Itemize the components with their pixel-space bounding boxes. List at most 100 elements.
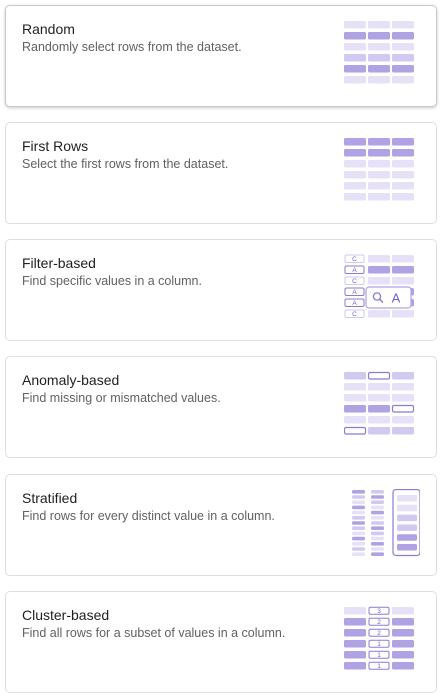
illustration-cell	[392, 43, 414, 51]
illustration-cell	[371, 500, 384, 504]
filter-value-text: A	[352, 300, 357, 307]
illustration-cell	[368, 193, 390, 201]
random-rows-icon	[344, 21, 414, 84]
illustration-cell	[368, 405, 390, 413]
illustration-cell	[392, 640, 414, 648]
illustration-cell	[352, 526, 365, 530]
sampling-option-stratified[interactable]: Stratified Find rows for every distinct …	[5, 474, 437, 576]
illustration-cell	[368, 76, 390, 84]
illustration-cell	[397, 534, 417, 541]
option-description: Find missing or mismatched values.	[22, 391, 221, 405]
illustration-cell	[344, 640, 366, 648]
first-rows-icon	[344, 138, 414, 201]
illustration-cell	[368, 54, 390, 62]
illustration-cell	[352, 536, 365, 541]
filter-value-text: C	[352, 256, 357, 263]
illustration-cell	[392, 255, 414, 263]
illustration-cell	[352, 510, 365, 515]
illustration-cell	[344, 138, 366, 146]
option-title: First Rows	[22, 138, 89, 154]
filter-value-text: C	[352, 278, 357, 285]
illustration-cell	[352, 531, 365, 536]
option-description: Select the first rows from the dataset.	[22, 157, 229, 171]
illustration-cell	[368, 43, 390, 51]
sampling-option-first-rows[interactable]: First Rows Select the first rows from th…	[5, 122, 437, 224]
illustration-cell	[392, 662, 414, 670]
illustration-cell	[371, 510, 384, 515]
illustration-cell	[352, 505, 365, 510]
option-description: Find all rows for a subset of values in …	[22, 626, 286, 640]
illustration-cell	[392, 310, 414, 318]
illustration-cell	[344, 405, 366, 413]
illustration-cell	[392, 65, 414, 73]
option-description: Randomly select rows from the dataset.	[22, 40, 242, 54]
illustration-cell	[392, 618, 414, 626]
illustration-cell	[371, 505, 384, 510]
illustration-cell	[344, 618, 366, 626]
cluster-rows-icon: 3 2 2 1 1 1	[344, 606, 414, 670]
illustration-cell	[368, 383, 390, 391]
illustration-cell	[368, 171, 390, 179]
illustration-cell	[371, 536, 384, 541]
illustration-cell	[397, 495, 417, 502]
illustration-cell	[392, 372, 414, 380]
illustration-cell	[344, 65, 366, 73]
illustration-cell	[344, 43, 366, 51]
illustration-cell	[371, 552, 384, 556]
illustration-cell	[344, 182, 366, 190]
illustration-cell	[368, 65, 390, 73]
illustration-cell	[344, 171, 366, 179]
illustration-cell	[368, 427, 390, 435]
cluster-value-text: 1	[377, 641, 381, 648]
illustration-cell	[397, 514, 417, 522]
anomaly-rows-icon	[344, 371, 415, 435]
illustration-cell	[368, 32, 390, 40]
sampling-option-random[interactable]: Random Randomly select rows from the dat…	[5, 5, 437, 107]
illustration-cell	[392, 416, 414, 424]
illustration-cell	[392, 629, 414, 637]
illustration-cell	[344, 32, 366, 40]
illustration-cell	[371, 547, 384, 551]
option-title: Stratified	[22, 490, 78, 506]
illustration-cell	[344, 54, 366, 62]
illustration-cell	[397, 504, 417, 512]
illustration-cell	[344, 607, 366, 615]
illustration-cell	[392, 160, 414, 168]
illustration-cell	[392, 76, 414, 84]
illustration-cell	[344, 383, 366, 391]
illustration-cell	[368, 266, 390, 274]
sampling-option-filter-based[interactable]: Filter-based Find specific values in a c…	[5, 239, 437, 341]
illustration-cell	[392, 182, 414, 190]
illustration-cell	[392, 607, 414, 615]
illustration-cell	[392, 266, 414, 274]
illustration-cell	[344, 149, 366, 157]
filter-rows-icon: CACAACA	[344, 254, 414, 318]
illustration-cell	[392, 651, 414, 659]
illustration-cell	[371, 490, 384, 494]
cluster-value-text: 2	[377, 619, 381, 626]
illustration-cell	[368, 149, 390, 157]
option-title: Cluster-based	[22, 607, 110, 623]
illustration-cell	[371, 531, 384, 536]
option-title: Random	[22, 21, 75, 37]
illustration-cell	[344, 193, 366, 201]
illustration-cell	[344, 629, 366, 637]
illustration-cell	[344, 21, 366, 29]
illustration-cell	[352, 500, 365, 504]
illustration-cell	[352, 542, 365, 546]
illustration-cell	[344, 160, 366, 168]
illustration-cell	[368, 310, 390, 318]
sampling-option-anomaly-based[interactable]: Anomaly-based Find missing or mismatched…	[5, 356, 437, 458]
illustration-cell	[344, 76, 366, 84]
option-description: Find rows for every distinct value in a …	[22, 509, 275, 523]
illustration-cell	[344, 651, 366, 659]
anomaly-cell	[391, 404, 415, 413]
filter-value-text: A	[352, 267, 357, 274]
illustration-cell	[352, 490, 365, 494]
option-title: Filter-based	[22, 255, 96, 271]
illustration-cell	[392, 383, 414, 391]
illustration-cell	[352, 547, 365, 551]
sampling-option-cluster-based[interactable]: Cluster-based Find all rows for a subset…	[5, 591, 437, 693]
illustration-cell	[397, 524, 417, 531]
illustration-cell	[371, 542, 384, 546]
